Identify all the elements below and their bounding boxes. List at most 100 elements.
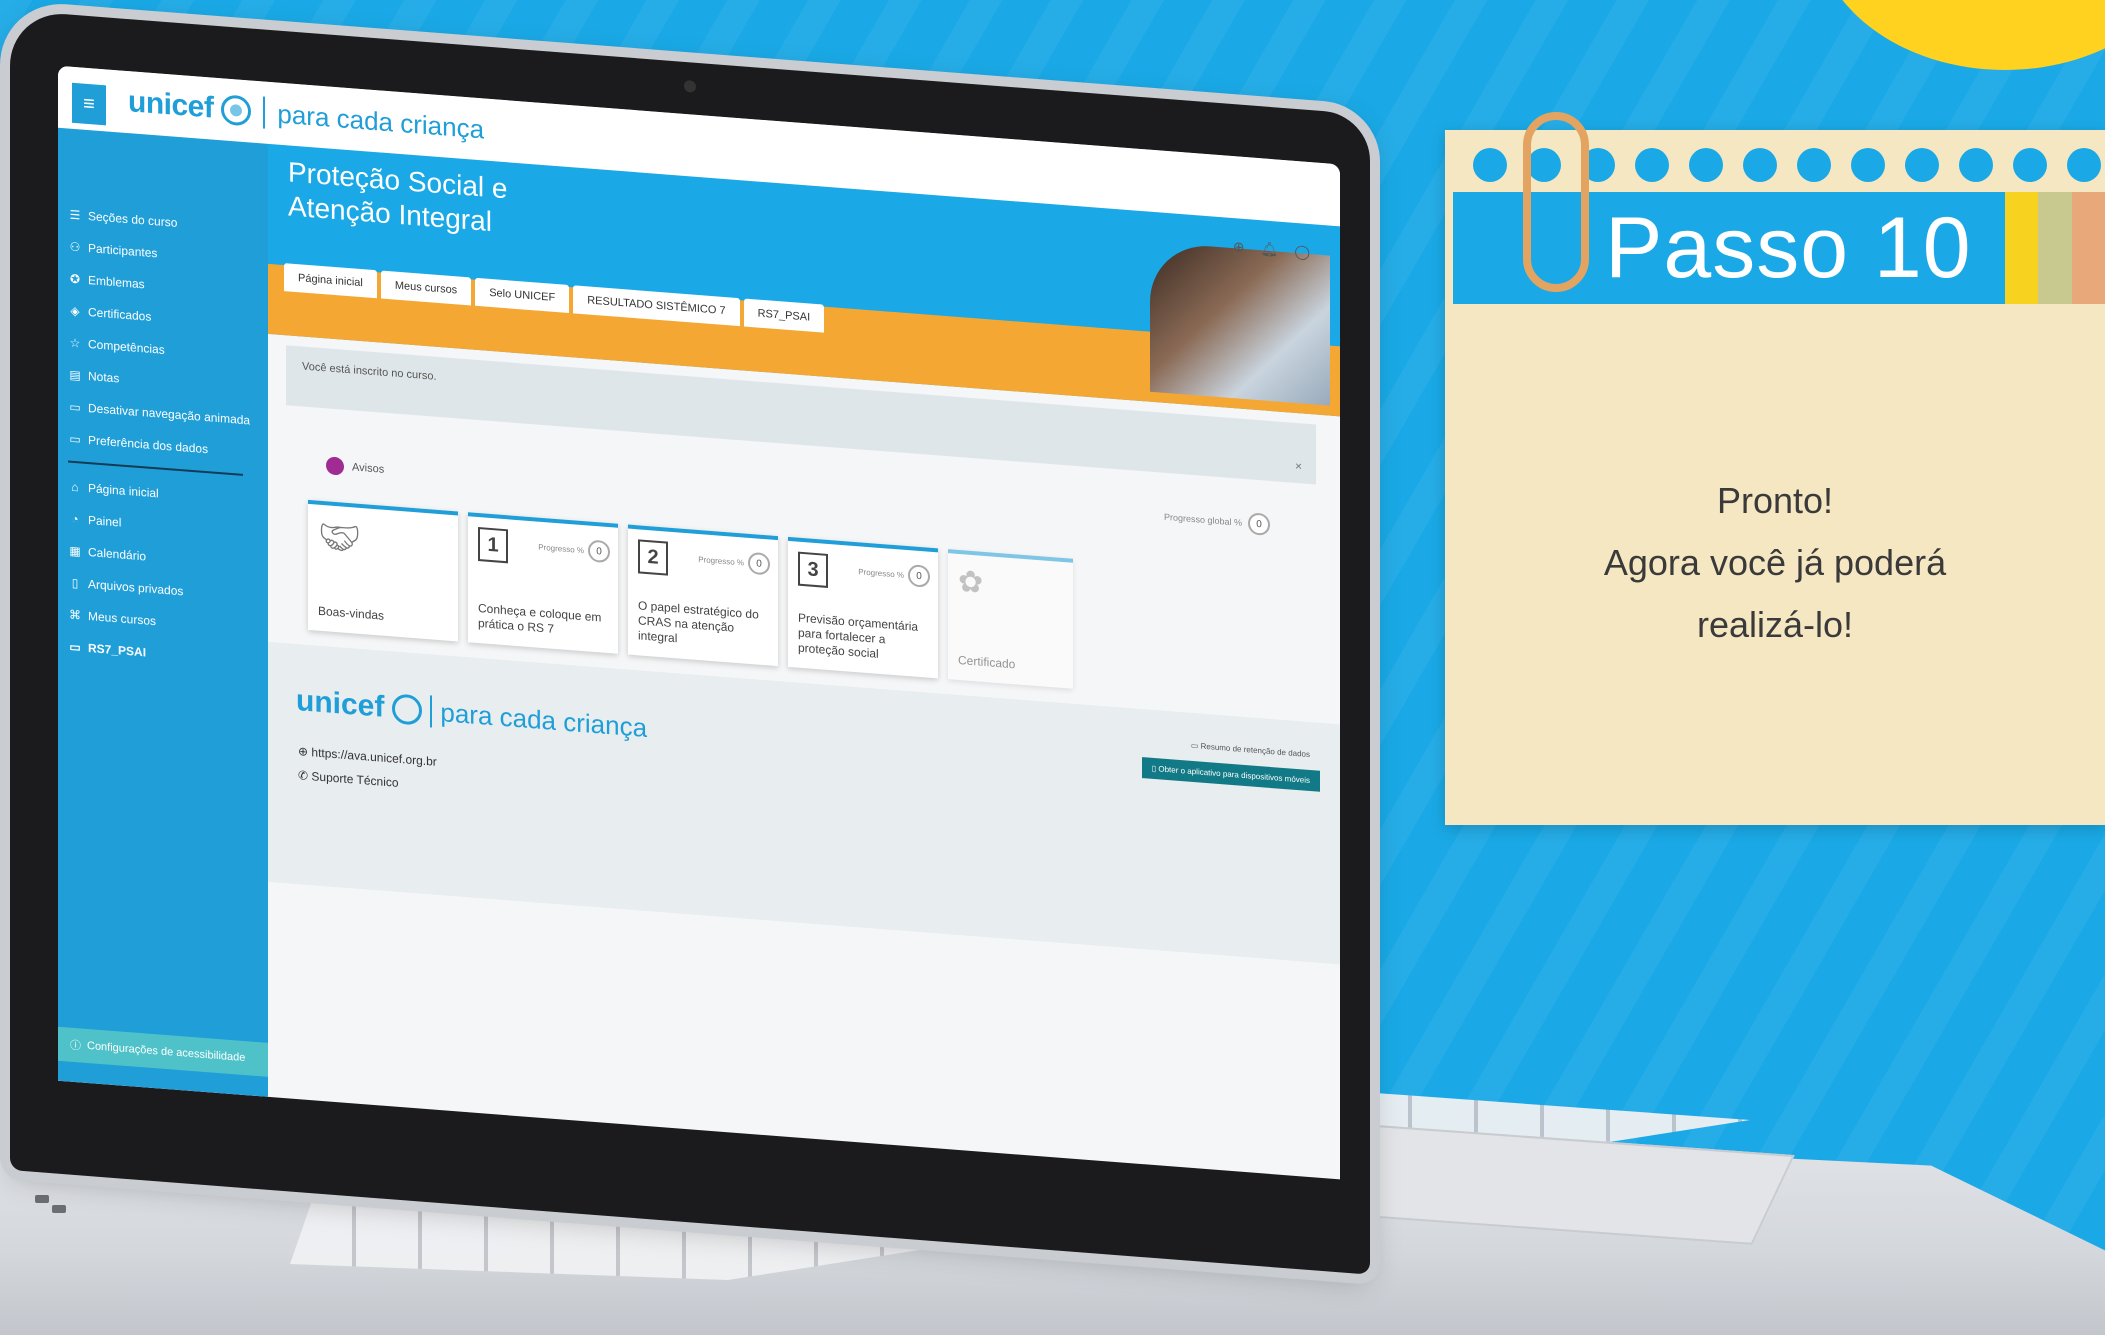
footer: unicef para cada criança ⊕ https://ava.u… [268,641,1340,965]
hole [1743,148,1777,182]
step-note: Passo 10 Pronto! Agora você já poderá re… [1445,112,2105,825]
hole [1473,148,1507,182]
folder-icon: ▭ [69,639,81,655]
sidebar-item-label: Calendário [88,545,147,564]
sidebar-item-label: Arquivos privados [88,577,184,599]
star-icon: ☆ [69,335,81,351]
sidebar-item-label: Seções do curso [88,209,178,230]
section-label: Certificado [958,652,1016,672]
stripe-olive [2038,192,2072,304]
section-label: Conheça e coloque em prática o RS 7 [478,601,602,636]
medal-icon: ✿ [958,564,984,600]
footer-logo: unicef para cada criança [296,684,647,745]
global-progress-value: 0 [1248,512,1270,536]
message-line-2: Agora você já poderá [1603,542,1947,583]
section-progress: Progresso % 0 [858,560,930,588]
retention-label: Resumo de retenção de dados [1200,741,1310,760]
course-title: Proteção Social e Atenção Integral [288,156,508,238]
color-stripes [2005,192,2105,304]
stripe-yellow [2005,192,2039,304]
progress-label: Progresso % [858,566,904,580]
app-button-label: Obter o aplicativo para dispositivos móv… [1158,764,1310,786]
badge-icon: ✪ [69,271,81,287]
menu-icon[interactable]: ≡ [72,82,106,126]
notice-text: Você está inscrito no curso. [302,360,437,383]
sidebar-item-label: Participantes [88,241,158,261]
brand-tagline: para cada criança [277,98,485,144]
message-line-1: Pronto! [1716,480,1834,521]
hole [1905,148,1939,182]
info-icon: ⓘ [70,1039,81,1053]
laptop-screen: ≡ unicef para cada criança ☰ Seções do cu… [58,65,1340,1180]
section-number: 1 [478,527,508,564]
section-number: 2 [638,539,668,576]
bell-icon[interactable]: 🔔︎ [1261,240,1279,258]
paperclip-icon [1523,112,1589,292]
sidebar-item-label: Certificados [88,305,152,324]
section-progress: Progresso % 0 [538,536,610,564]
sidebar-item-label: Painel [88,513,122,530]
announcements-label: Avisos [352,461,385,476]
file-icon: ▯ [71,575,79,591]
graduation-cap-icon: ⌘ [69,607,81,623]
folder-icon: ▭ [69,399,81,415]
calendar-icon: ▦ [69,543,81,559]
laptop-lid: ≡ unicef para cada criança ☰ Seções do cu… [10,10,1370,1275]
section-card-boas-vindas[interactable]: 🤝︎ Boas-vindas [308,499,458,642]
handshake-icon: 🤝︎ [318,517,362,560]
footer-links: ⊕ https://ava.unicef.org.br ✆ Suporte Té… [298,739,437,798]
hole [1851,148,1885,182]
announcements-icon [326,456,344,476]
support-label: Suporte Técnico [311,769,399,790]
hole [1959,148,1993,182]
hole [2067,148,2101,182]
hole [2013,148,2047,182]
laptop: ≡ unicef para cada criança ☰ Seções do cu… [0,0,2105,1335]
accessibility-settings[interactable]: ⓘ Configurações de acessibilidade [58,1026,268,1077]
section-card-certificado[interactable]: ✿ Certificado [948,549,1073,689]
progress-value: 0 [908,564,930,588]
list-icon: ☰ [69,207,81,223]
sidebar-item-label: Preferência dos dados [88,433,209,457]
data-retention-link[interactable]: ▭ Resumo de retenção de dados [1191,741,1310,759]
sidebar-item-label: Meus cursos [88,609,157,629]
sidebar-item-label: Desativar navegação animada [88,401,251,428]
language-icon[interactable]: ⊕ [1233,238,1245,256]
global-progress-label: Progresso global % [1163,511,1242,528]
phone-icon: ✆ [298,768,312,784]
folder-icon: ▭ [1190,740,1201,751]
divider [263,96,266,129]
grades-icon: ▤ [69,367,81,383]
web-icon: ⊕ [298,744,312,760]
mobile-app-button[interactable]: ▯ Obter o aplicativo para dispositivos m… [1141,757,1320,792]
home-icon: ⌂ [71,479,79,495]
message-line-3: realizá-lo! [1696,604,1854,645]
folder-icon: ▭ [69,431,81,447]
avatar[interactable]: ◯ [1294,243,1310,261]
sidebar-item-label: RS7_PSAI [88,641,147,660]
section-card-1[interactable]: 1 Progresso % 0 Conheça e coloque em prát… [468,512,618,654]
hole [1797,148,1831,182]
section-label: Boas-vindas [318,603,385,623]
progress-value: 0 [588,539,610,564]
sidebar-nav: ☰ Seções do curso ⚇ Participantes ✪ Emblema… [68,198,260,677]
accessibility-label: Configurações de acessibilidade [87,1039,246,1065]
sidebar-item-label: Competências [88,337,165,357]
sidebar: ☰ Seções do curso ⚇ Participantes ✪ Emblema… [58,127,268,1097]
dashboard-icon: ◔ [71,511,79,527]
hole [1689,148,1723,182]
progress-label: Progresso % [698,554,744,567]
section-card-3[interactable]: 3 Progresso % 0 Previsão orçamentária par… [788,536,938,679]
sidebar-item-label: Página inicial [88,481,159,501]
section-number: 3 [798,551,828,588]
announcements[interactable]: Avisos [326,456,384,478]
close-icon[interactable]: × [1295,459,1302,474]
section-label: O papel estratégico do CRAS na atenção i… [638,598,759,646]
hole [1635,148,1669,182]
certificate-icon: ◈ [70,303,80,319]
global-progress: Progresso global % 0 [1164,506,1270,536]
sidebar-item-label: Notas [88,369,120,386]
section-label: Previsão orçamentária para fortalecer a … [798,610,919,661]
section-card-2[interactable]: 2 Progresso % 0 O papel estratégico do CR… [628,524,778,667]
stripe-peach [2071,192,2105,304]
